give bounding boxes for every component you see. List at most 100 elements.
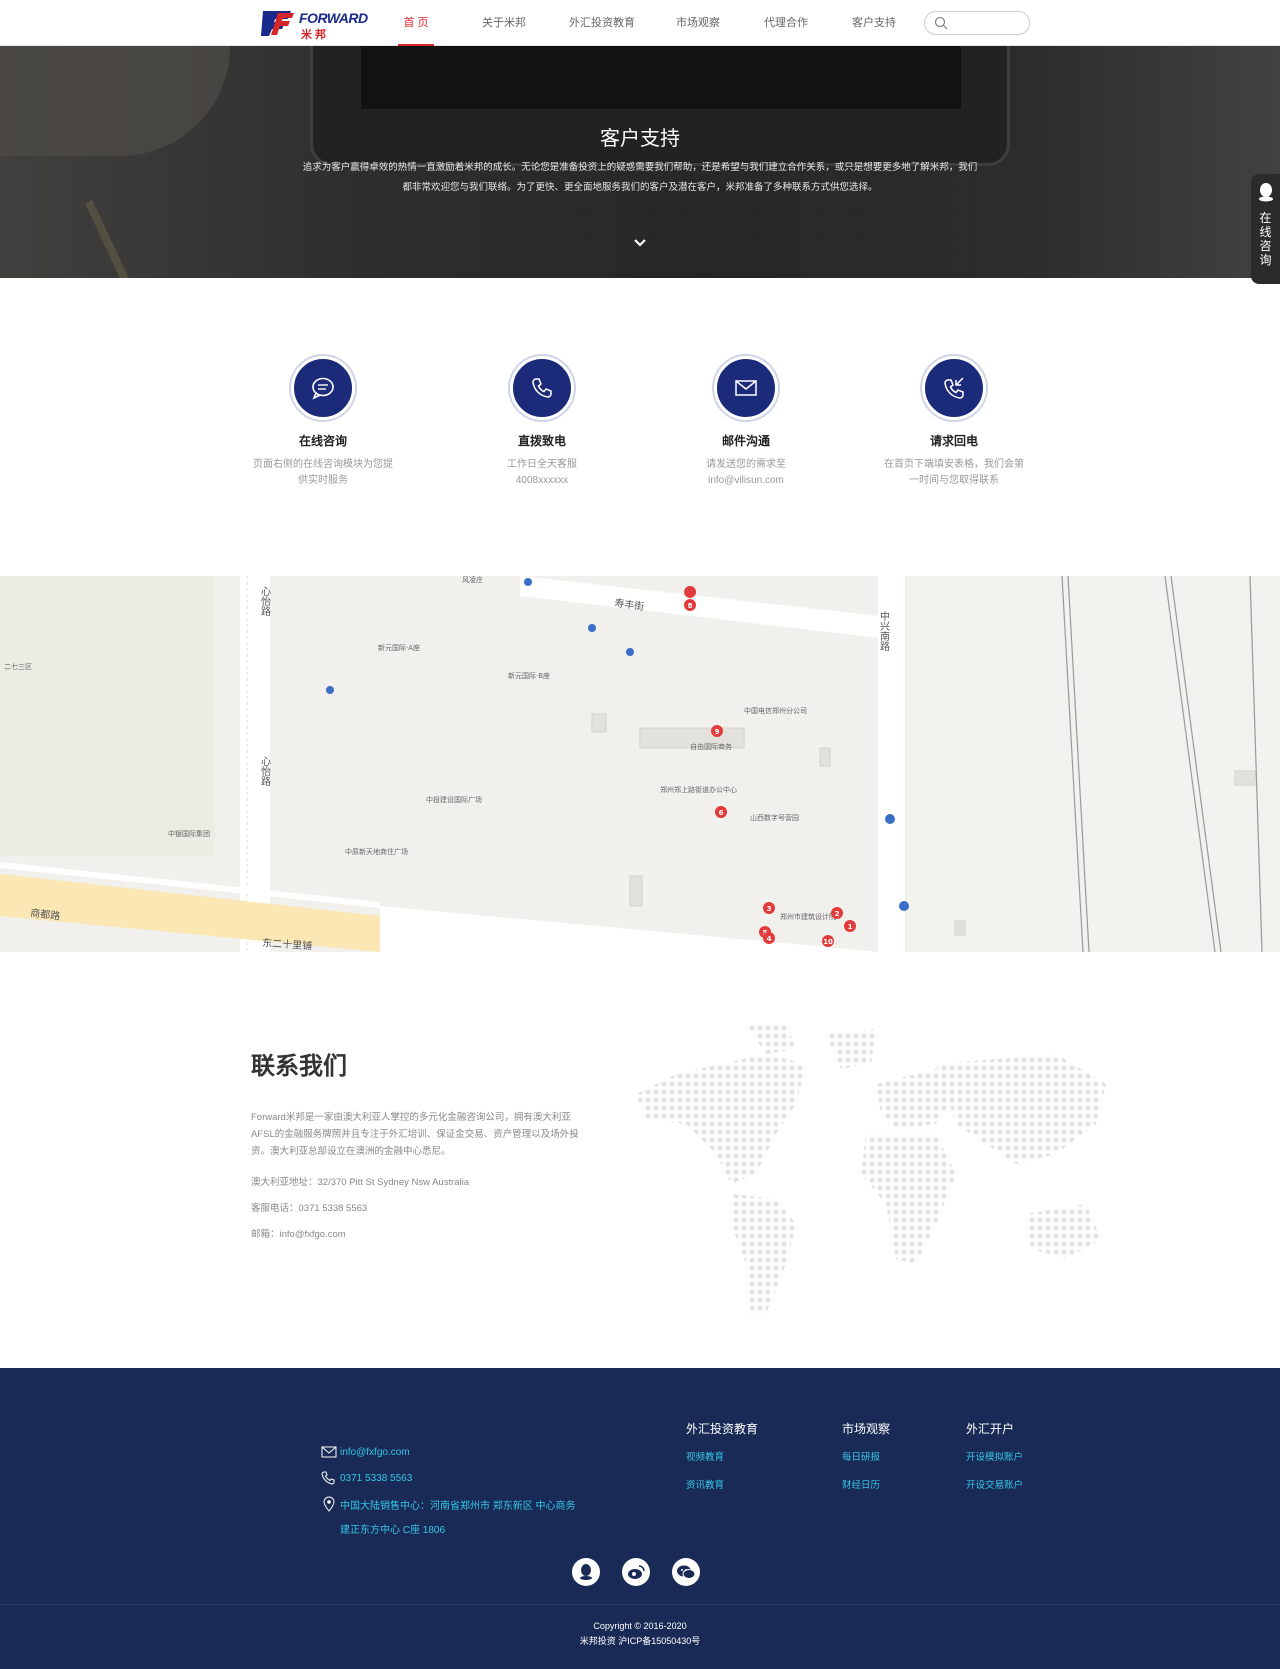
logo-cn: 米邦 (301, 29, 329, 41)
icp-text[interactable]: 米邦投资 沪ICP备15050430号 (0, 1634, 1280, 1649)
support-channels: 在线咨询 页面右侧的在线咨询模块为您提 供实时服务 直拨致电 工作日全天客服 400… (0, 278, 1280, 576)
poi-label: 新元国际·A座 (378, 643, 420, 652)
world-map-dots (636, 1024, 1106, 1314)
logo-word: FORWARD (299, 10, 368, 26)
subway-icon[interactable] (899, 901, 909, 911)
search-input[interactable] (953, 15, 1023, 31)
map-marker[interactable]: 4 (763, 932, 775, 944)
poi-label: 中银国际集团 (168, 829, 210, 838)
site-header: FORWARD 米邦 首 页 关于米邦 外汇投资教育 市场观察 代理合作 客户支… (0, 0, 1280, 46)
footer-address: 中国大陆销售中心：河南省郑州市 郑东新区 中心商务 (318, 1496, 576, 1512)
map-marker[interactable]: 2 (831, 907, 843, 919)
card-online-consult[interactable]: 在线咨询 页面右侧的在线咨询模块为您提 供实时服务 (243, 356, 403, 489)
weibo-icon[interactable] (622, 1558, 650, 1586)
poi-label: 中原新天地商住广场 (345, 847, 408, 856)
online-consult-widget[interactable]: 在线咨询 (1251, 174, 1280, 284)
footer-col-education: 外汇投资教育 视频教育 资讯教育 (686, 1420, 758, 1505)
svg-text:9: 9 (715, 728, 720, 736)
bus-stop-icon[interactable] (626, 648, 634, 656)
street-label: 心怡路 (259, 586, 271, 617)
svg-text:4: 4 (767, 935, 772, 943)
nav-support[interactable]: 客户支持 (834, 0, 914, 46)
contact-address: 澳大利亚地址：32/370 Pitt St Sydney Nsw Austral… (251, 1177, 470, 1188)
card-title: 邮件沟通 (721, 434, 770, 448)
map-marker[interactable]: 1 (844, 920, 856, 932)
footer-link[interactable]: 每日研报 (842, 1449, 890, 1463)
hero-text: 追求为客户赢得卓效的热情一直激励着米邦的成长。无论您是准备投资上的疑惑需要我们帮… (302, 162, 978, 193)
contact-email[interactable]: 邮箱：info@fxfgo.com (251, 1226, 346, 1240)
map-marker[interactable]: 10 (822, 935, 834, 947)
phone-icon (321, 1471, 335, 1485)
svg-text:3: 3 (767, 905, 772, 913)
street-label: 中兴南路 (878, 610, 890, 652)
card-desc: 工作日全天客服 4008xxxxxx (507, 459, 577, 486)
location-pin-icon (323, 1496, 335, 1512)
poi-label: 风凌庄 (462, 576, 483, 584)
chat-icon (291, 356, 355, 420)
poi-label: 中国电信郑州分公司 (744, 706, 807, 715)
nav-market[interactable]: 市场观察 (658, 0, 738, 46)
footer-address-line2: 建正东方中心 C座 1806 (340, 1525, 446, 1536)
nav-home[interactable]: 首 页 (384, 0, 448, 46)
mail-icon (714, 356, 778, 420)
bus-stop-icon[interactable] (588, 624, 596, 632)
poi-label: 中投建设国际广场 (426, 795, 482, 804)
street-label: 心怡路 (259, 756, 271, 787)
card-title: 在线咨询 (298, 434, 347, 448)
map-marker[interactable]: 6 (715, 806, 727, 818)
contact-intro: Forward米邦是一家由澳大利亚人掌控的多元化金融咨询公司，拥有澳大利亚AFS… (251, 1112, 579, 1157)
footer-link[interactable]: 财经日历 (842, 1477, 890, 1491)
svg-text:1: 1 (848, 923, 853, 931)
poi-label: 二七三区 (4, 662, 32, 671)
footer-col-title: 市场观察 (842, 1422, 891, 1436)
qq-icon (1258, 183, 1273, 202)
chevron-down-icon[interactable] (632, 237, 648, 249)
card-desc: 请发送您的需求至 info@vilisun.com (706, 459, 786, 486)
map-marker[interactable]: 3 (763, 902, 775, 914)
card-callback[interactable]: 请求回电 在首页下端填安表格，我们会第 一时间与您取得联系 (874, 356, 1034, 489)
card-email[interactable]: 邮件沟通 请发送您的需求至 info@vilisun.com (666, 356, 826, 489)
card-phone[interactable]: 直拨致电 工作日全天客服 4008xxxxxx (462, 356, 622, 489)
footer-link[interactable]: 资讯教育 (686, 1477, 758, 1491)
footer-col-title: 外汇开户 (966, 1422, 1015, 1436)
site-footer: info@fxfgo.com 0371 5338 5563 中国大陆销售中心：河… (0, 1368, 1280, 1604)
bus-stop-icon[interactable] (326, 686, 334, 694)
nav-about[interactable]: 关于米邦 (462, 0, 546, 46)
poi-label: 自由国际商务 (690, 742, 732, 751)
footer-link[interactable]: 开设模拟账户 (966, 1449, 1023, 1463)
poi-label: 郑州郑上路街道办公中心 (660, 785, 737, 794)
svg-text:6: 6 (719, 809, 724, 817)
search-box[interactable] (924, 11, 1030, 35)
footer-col-market: 市场观察 每日研报 财经日历 (842, 1420, 890, 1505)
bus-stop-icon[interactable] (524, 578, 532, 586)
contact-section: 联系我们 Forward米邦是一家由澳大利亚人掌控的多元化金融咨询公司，拥有澳大… (0, 952, 1280, 1368)
contact-phone: 客服电话：0371 5338 5563 (251, 1203, 368, 1214)
copyright-text: Copyright © 2016-2020 (593, 1621, 687, 1631)
nav-agency[interactable]: 代理合作 (746, 0, 826, 46)
mail-icon (321, 1446, 337, 1458)
search-icon[interactable] (934, 16, 948, 30)
map-canvas[interactable]: 心怡路 寿丰街 中兴南路 商都路 东二十里铺 心怡路 风凌庄 新元国际·A座 新… (0, 576, 1280, 952)
card-desc: 页面右侧的在线咨询模块为您提 供实时服务 (253, 459, 393, 486)
map-marker[interactable]: 9 (711, 725, 723, 737)
nav-education[interactable]: 外汇投资教育 (554, 0, 650, 46)
location-map[interactable]: 心怡路 寿丰街 中兴南路 商都路 东二十里铺 心怡路 风凌庄 新元国际·A座 新… (0, 576, 1280, 952)
wechat-icon[interactable] (672, 1558, 700, 1586)
main-nav: 首 页 关于米邦 外汇投资教育 市场观察 代理合作 客户支持 (384, 0, 914, 46)
logo[interactable]: FORWARD 米邦 (261, 9, 376, 41)
card-title: 直拨致电 (517, 434, 566, 448)
svg-text:2: 2 (835, 910, 840, 918)
card-title: 请求回电 (929, 434, 978, 448)
footer-link[interactable]: 视频教育 (686, 1449, 758, 1463)
callback-icon (922, 356, 986, 420)
poi-label: 山西数字号营园 (750, 813, 799, 822)
poi-label: 新元国际·B座 (508, 671, 550, 680)
qq-icon[interactable] (572, 1558, 600, 1586)
poi-label: 郑州市建筑设计院 (780, 912, 836, 921)
footer-email[interactable]: info@fxfgo.com (318, 1446, 410, 1458)
footer-link[interactable]: 开设交易账户 (966, 1477, 1023, 1491)
subway-icon[interactable] (885, 814, 895, 824)
contact-title: 联系我们 (251, 1053, 347, 1080)
svg-text:8: 8 (688, 602, 693, 610)
footer-col-title: 外汇投资教育 (686, 1422, 759, 1436)
